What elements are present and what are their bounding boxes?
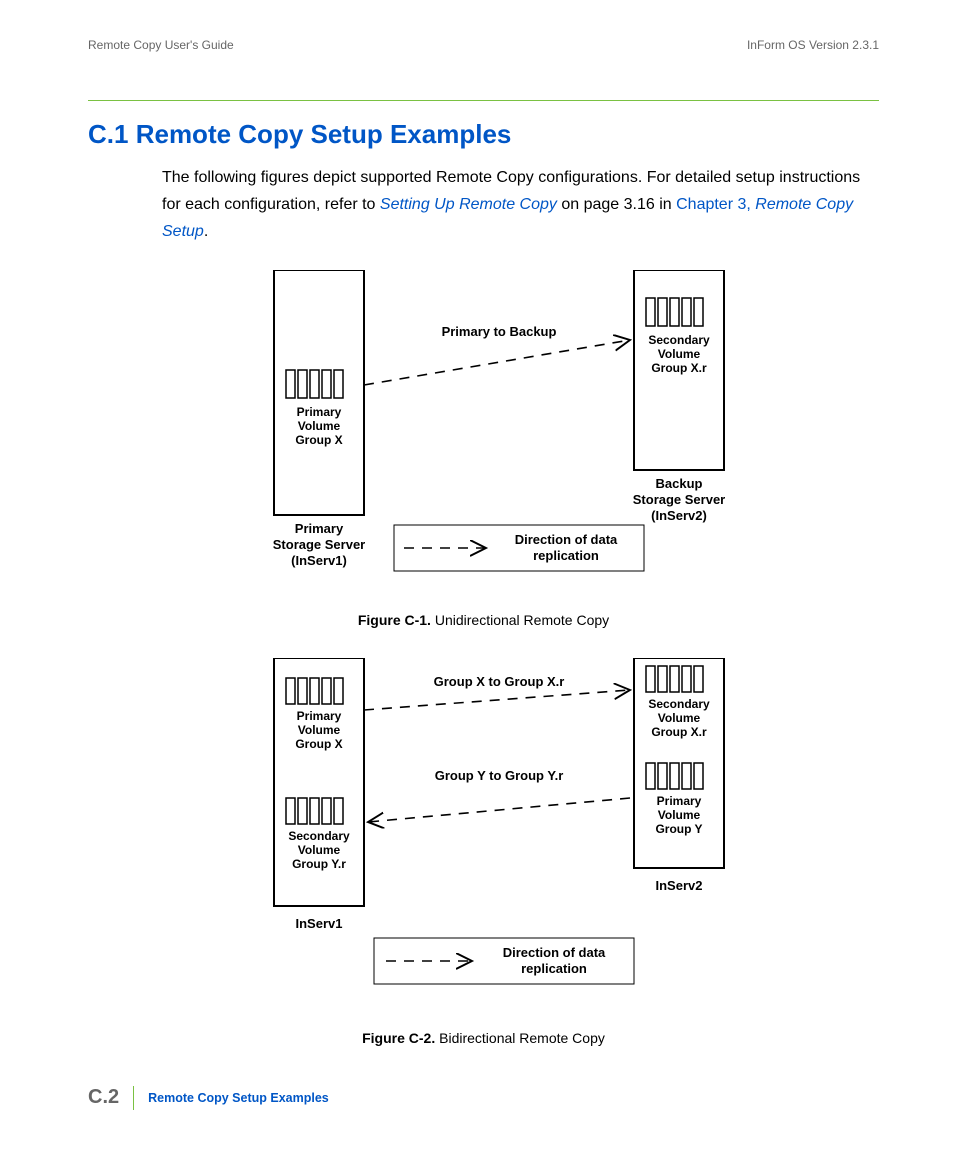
svg-text:Volume: Volume [297,419,340,433]
disks-icon [646,298,703,326]
svg-text:Volume: Volume [297,723,340,737]
primary-vol-label: Primary [296,405,341,419]
left-secondary-vol-label: Secondary [288,829,350,843]
svg-text:(InServ1): (InServ1) [291,553,347,568]
svg-text:Group X.r: Group X.r [651,361,707,375]
primary-server-label: Primary [294,521,343,536]
right-primary-vol-label: Primary [656,794,701,808]
page-number: C.2 [88,1086,133,1109]
arrow-x-label: Group X to Group X.r [433,674,564,689]
disks-icon [646,666,703,692]
figure-c2: Primary Volume Group X Secondary Volume … [88,658,879,1018]
arrow-group-y [368,798,630,822]
section-number: C.1 [88,119,128,149]
secondary-vol-label: Secondary [648,333,710,347]
legend-label: Direction of data [502,945,605,960]
disks-icon [286,370,343,398]
arrow-primary-to-backup [364,340,630,385]
link-setting-up-remote-copy[interactable]: Setting Up Remote Copy [380,196,557,213]
legend-label: Direction of data [514,532,617,547]
svg-text:Group X: Group X [295,433,342,447]
header-left: Remote Copy User's Guide [88,38,234,52]
svg-text:Storage Server: Storage Server [632,492,725,507]
arrow-group-x [364,690,630,710]
svg-text:replication: replication [533,548,599,563]
svg-text:Volume: Volume [297,843,340,857]
svg-text:Group X.r: Group X.r [651,725,707,739]
para-text-c: . [204,223,208,240]
intro-paragraph: The following figures depict supported R… [162,164,862,246]
disks-icon [286,678,343,704]
para-text-b: on page 3.16 in [557,196,676,213]
page-footer: C.2 Remote Copy Setup Examples [88,1086,879,1110]
backup-server-label: Backup [655,476,702,491]
svg-text:Group Y: Group Y [655,822,702,836]
footer-divider [133,1086,134,1110]
svg-text:(InServ2): (InServ2) [651,508,707,523]
arrow-y-label: Group Y to Group Y.r [434,768,563,783]
svg-text:Storage Server: Storage Server [272,537,365,552]
disks-icon [646,763,703,789]
page-header: Remote Copy User's Guide InForm OS Versi… [88,38,879,52]
svg-text:Group X: Group X [295,737,342,751]
right-secondary-vol-label: Secondary [648,697,710,711]
figure-c1-caption: Figure C-1. Unidirectional Remote Copy [88,612,879,628]
figure-c1: Primary Volume Group X Primary Storage S… [88,270,879,600]
divider-line [88,100,879,101]
footer-title: Remote Copy Setup Examples [148,1091,329,1105]
arrow-label: Primary to Backup [441,324,556,339]
section-heading: C.1 Remote Copy Setup Examples [88,119,879,150]
header-right: InForm OS Version 2.3.1 [747,38,879,52]
svg-text:Volume: Volume [657,808,700,822]
disks-icon [286,798,343,824]
svg-text:replication: replication [521,961,587,976]
inserv1-label: InServ1 [295,916,342,931]
svg-text:Group Y.r: Group Y.r [292,857,346,871]
figure-c2-caption: Figure C-2. Bidirectional Remote Copy [88,1030,879,1046]
left-primary-vol-label: Primary [296,709,341,723]
svg-text:Volume: Volume [657,711,700,725]
svg-text:Volume: Volume [657,347,700,361]
inserv2-label: InServ2 [655,878,702,893]
section-title-text: Remote Copy Setup Examples [136,119,512,149]
